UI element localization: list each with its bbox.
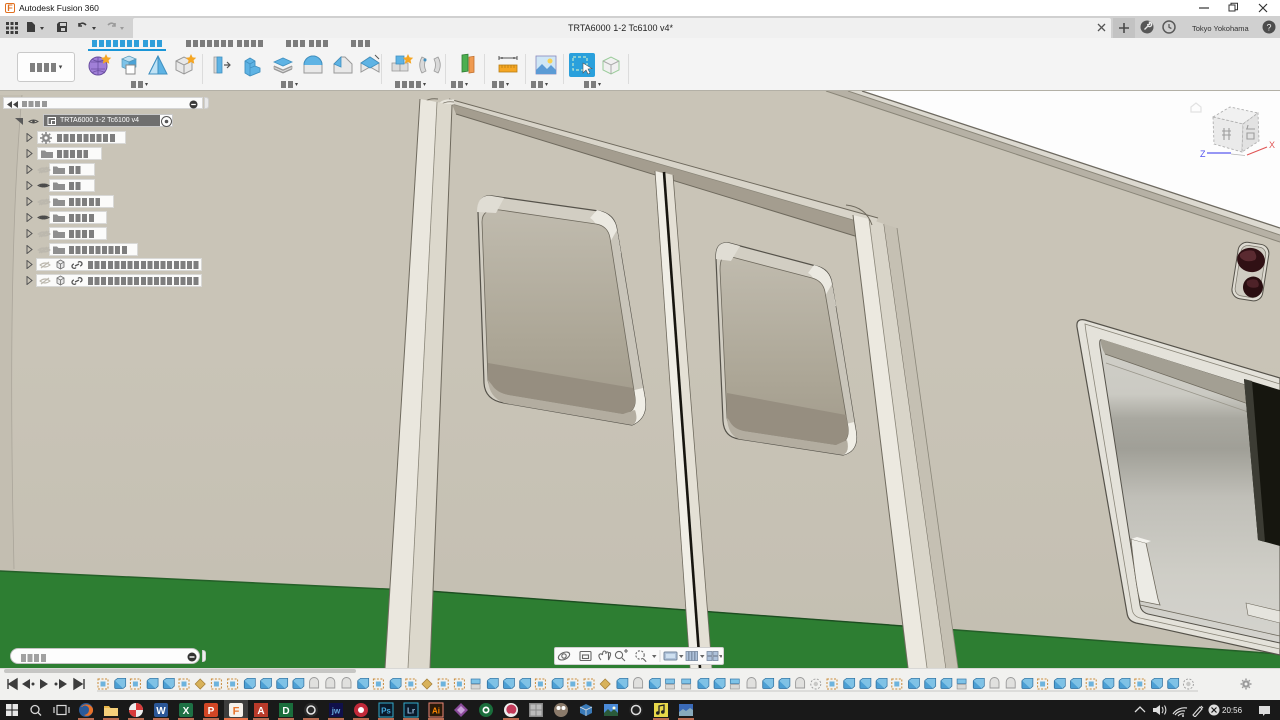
svg-text:X: X: [183, 706, 190, 717]
svg-text:jw: jw: [331, 707, 341, 716]
svg-text:Ai: Ai: [432, 707, 440, 716]
svg-text:?: ?: [1266, 23, 1271, 33]
svg-text:X: X: [1269, 140, 1275, 150]
svg-text:W: W: [156, 706, 166, 717]
svg-text:P: P: [208, 706, 215, 717]
svg-text:Lr: Lr: [407, 707, 415, 716]
svg-text:A: A: [257, 706, 264, 717]
svg-text:F: F: [233, 706, 240, 718]
svg-text:D: D: [282, 706, 289, 717]
svg-text:Ps: Ps: [381, 707, 391, 716]
svg-text:Z: Z: [1200, 149, 1206, 159]
